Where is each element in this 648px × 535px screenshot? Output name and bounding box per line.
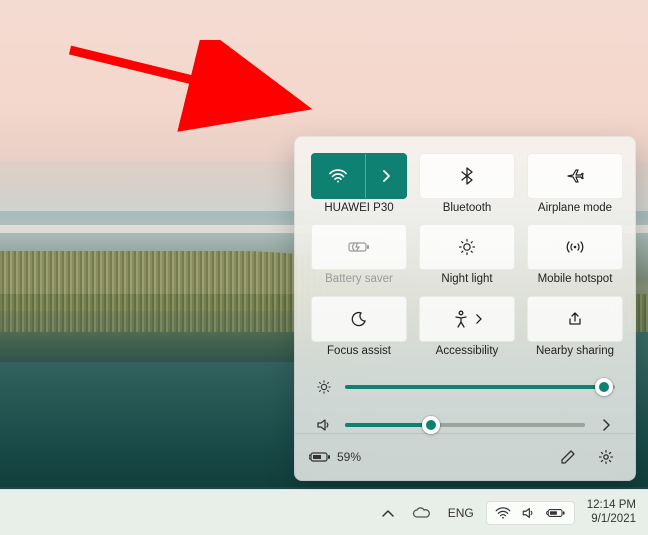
- tray-volume-icon: [521, 506, 536, 520]
- moon-icon: [351, 311, 367, 327]
- battery-status-icon[interactable]: 59%: [309, 450, 361, 464]
- volume-expand-button[interactable]: [597, 419, 615, 431]
- battery-saver-label: Battery saver: [325, 274, 393, 286]
- hotspot-label: Mobile hotspot: [538, 274, 613, 286]
- tray-onedrive-icon[interactable]: [406, 503, 436, 523]
- edit-quick-settings-button[interactable]: [553, 442, 583, 472]
- battery-saver-icon: [348, 240, 370, 254]
- quick-tiles-grid: HUAWEI P30 Bluetooth Airplane mo: [311, 153, 619, 358]
- mobile-hotspot-tile[interactable]: [527, 224, 623, 270]
- night-light-label: Night light: [441, 274, 492, 286]
- brightness-slider[interactable]: [345, 379, 615, 395]
- chevron-right-icon: [381, 170, 391, 182]
- taskbar: ENG 12:14 PM 9/1/2021: [0, 489, 648, 535]
- nearby-sharing-label: Nearby sharing: [536, 346, 614, 358]
- night-light-icon: [458, 238, 476, 256]
- pencil-icon: [560, 449, 576, 465]
- volume-slider[interactable]: [345, 417, 585, 433]
- tray-overflow-button[interactable]: [376, 505, 400, 521]
- battery-percent-text: 59%: [337, 450, 361, 464]
- tray-battery-icon: [546, 507, 566, 519]
- chevron-up-icon: [382, 509, 394, 517]
- focus-assist-label: Focus assist: [327, 346, 391, 358]
- wifi-icon: [329, 169, 347, 183]
- bluetooth-icon: [461, 167, 473, 185]
- wifi-expand-button[interactable]: [366, 154, 406, 198]
- airplane-mode-tile[interactable]: [527, 153, 623, 199]
- bluetooth-tile-label: Bluetooth: [443, 203, 492, 215]
- volume-icon: [315, 417, 333, 433]
- share-icon: [566, 311, 584, 327]
- hotspot-icon: [565, 239, 585, 255]
- nearby-sharing-tile[interactable]: [527, 296, 623, 342]
- wifi-tile[interactable]: [311, 153, 407, 199]
- night-light-tile[interactable]: [419, 224, 515, 270]
- focus-assist-tile[interactable]: [311, 296, 407, 342]
- battery-saver-tile[interactable]: [311, 224, 407, 270]
- gear-icon: [598, 449, 614, 465]
- tray-language-button[interactable]: ENG: [442, 502, 480, 524]
- airplane-tile-label: Airplane mode: [538, 203, 612, 215]
- wifi-tile-label: HUAWEI P30: [324, 203, 393, 215]
- accessibility-label: Accessibility: [436, 346, 499, 358]
- volume-slider-row: [311, 417, 619, 433]
- clock-time: 12:14 PM: [587, 499, 636, 513]
- accessibility-icon: [453, 310, 469, 328]
- accessibility-tile[interactable]: [419, 296, 515, 342]
- brightness-icon: [315, 379, 333, 395]
- brightness-slider-row: [311, 379, 619, 395]
- tray-wifi-icon: [495, 507, 511, 519]
- quick-settings-footer: 59%: [295, 433, 635, 480]
- airplane-icon: [566, 168, 584, 184]
- clock-date: 9/1/2021: [587, 513, 636, 527]
- bluetooth-tile[interactable]: [419, 153, 515, 199]
- wifi-toggle[interactable]: [312, 154, 366, 198]
- quick-settings-panel: HUAWEI P30 Bluetooth Airplane mo: [294, 136, 636, 482]
- tray-network-sound-battery[interactable]: [486, 501, 575, 525]
- chevron-right-icon: [475, 314, 482, 324]
- tray-clock[interactable]: 12:14 PM 9/1/2021: [581, 499, 636, 527]
- settings-button[interactable]: [591, 442, 621, 472]
